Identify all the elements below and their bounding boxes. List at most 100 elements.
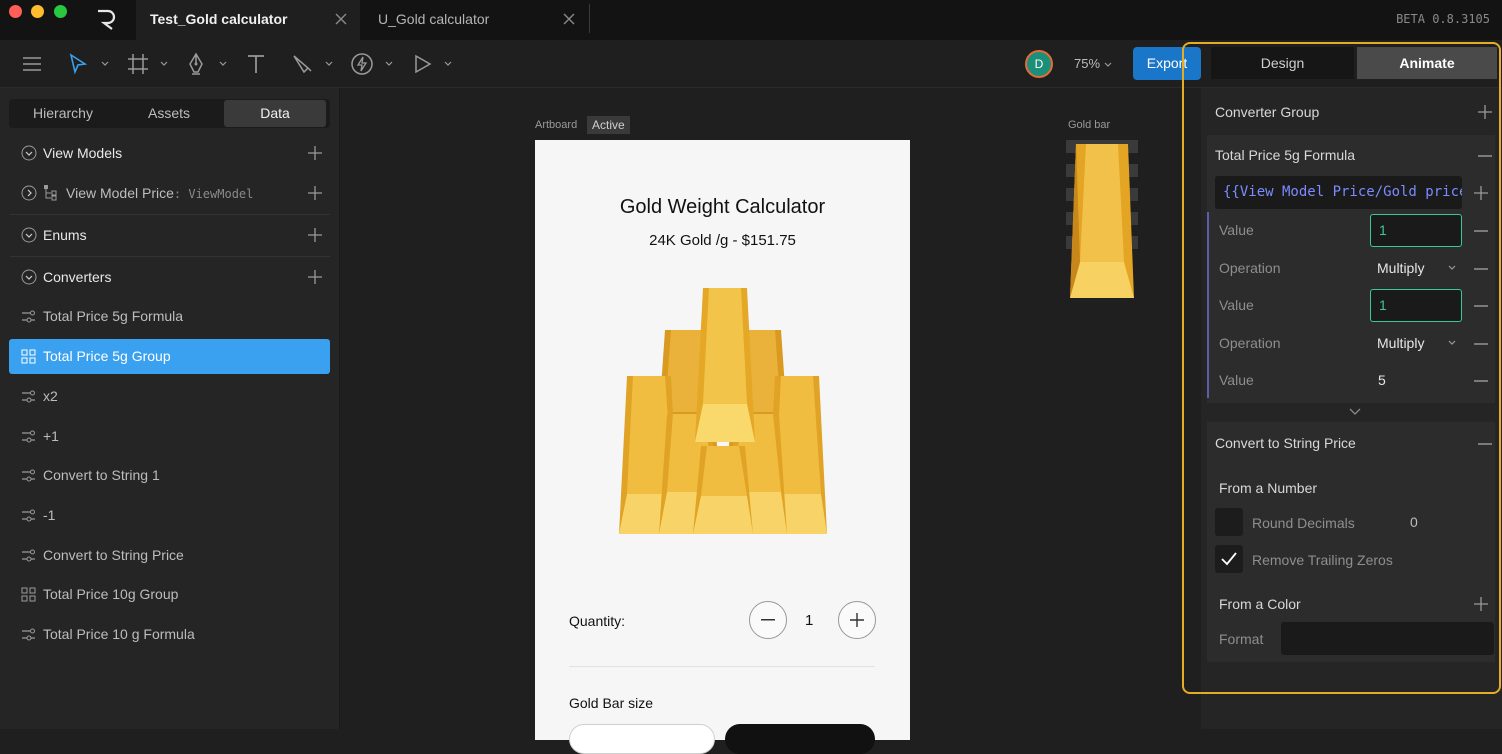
converter-item[interactable]: -1 [9, 498, 330, 533]
chevron-right-icon[interactable] [21, 185, 37, 201]
minimize-window-button[interactable] [31, 5, 44, 18]
export-button[interactable]: Export [1133, 47, 1201, 80]
zoom-window-button[interactable] [54, 5, 67, 18]
pen-tool-icon[interactable] [184, 52, 208, 76]
binding-path-field[interactable]: {{View Model Price/Gold price [1215, 176, 1462, 209]
increment-button[interactable] [838, 601, 876, 639]
formula-icon [22, 549, 35, 562]
remove-icon[interactable] [1478, 155, 1492, 157]
app-logo-icon[interactable] [95, 8, 117, 30]
value-text[interactable]: 5 [1378, 372, 1386, 388]
string-converter-title: Convert to String Price [1215, 435, 1356, 451]
chevron-down-icon[interactable] [219, 61, 227, 67]
operation-select[interactable]: Multiply [1377, 335, 1424, 351]
add-icon[interactable] [308, 146, 322, 160]
view-model-item[interactable]: View Model Price: ViewModel [66, 185, 253, 201]
goldbar-artboard-label[interactable]: Gold bar [1068, 119, 1110, 131]
document-tab-active[interactable]: Test_Gold calculator [136, 0, 360, 40]
chevron-down-icon[interactable] [1349, 408, 1361, 416]
chevron-down-icon[interactable] [385, 61, 393, 67]
tab-assets[interactable]: Assets [118, 100, 220, 127]
version-label: BETA 0.8.3105 [1396, 12, 1490, 26]
converter-item[interactable]: Total Price 5g Formula [9, 299, 330, 334]
converter-item[interactable]: x2 [9, 379, 330, 414]
menu-icon[interactable] [20, 52, 44, 76]
select-tool-icon[interactable] [66, 52, 90, 76]
converter-item[interactable]: Convert to String Price [9, 538, 330, 573]
remove-icon[interactable] [1474, 305, 1488, 307]
converter-item[interactable]: +1 [9, 419, 330, 454]
remove-icon[interactable] [1474, 380, 1488, 382]
close-tab-icon[interactable] [334, 12, 348, 26]
converter-label: -1 [43, 507, 56, 523]
artboard-label[interactable]: Artboard [535, 119, 577, 131]
converter-item-selected[interactable]: Total Price 5g Group [9, 339, 330, 374]
remove-icon[interactable] [1478, 443, 1492, 445]
user-avatar[interactable]: D [1025, 50, 1053, 78]
add-icon[interactable] [1474, 597, 1488, 611]
converter-label: Convert to String Price [43, 547, 184, 563]
converter-item[interactable]: Convert to String 1 [9, 458, 330, 493]
from-color-label: From a Color [1219, 596, 1301, 612]
round-decimals-checkbox[interactable] [1215, 508, 1243, 536]
view-model-type: : ViewModel [173, 187, 254, 201]
format-input[interactable] [1281, 622, 1494, 655]
converter-label: +1 [43, 428, 59, 444]
formula-icon [22, 310, 35, 323]
chevron-down-icon[interactable] [1448, 265, 1456, 271]
value-input[interactable]: 1 [1370, 214, 1462, 247]
round-decimals-value[interactable]: 0 [1410, 514, 1418, 530]
artboard-tool-icon[interactable] [126, 52, 150, 76]
converter-label: Total Price 10g Group [43, 586, 179, 602]
formula-icon [22, 469, 35, 482]
add-icon[interactable] [308, 186, 322, 200]
chevron-down-icon[interactable] [101, 61, 109, 67]
tab-animate[interactable]: Animate [1357, 47, 1497, 79]
add-icon[interactable] [308, 228, 322, 242]
add-icon[interactable] [308, 270, 322, 284]
artboard[interactable]: Gold Weight Calculator 24K Gold /g - $15… [535, 140, 910, 754]
chevron-down-icon[interactable] [444, 61, 452, 67]
section-converters[interactable]: Converters [43, 269, 111, 285]
tab-data[interactable]: Data [224, 100, 326, 127]
add-icon[interactable] [1474, 186, 1488, 200]
remove-zeros-checkbox[interactable] [1215, 545, 1243, 573]
chevron-down-icon[interactable] [21, 269, 37, 285]
add-icon[interactable] [1478, 105, 1492, 119]
formula-title: Total Price 5g Formula [1215, 147, 1356, 163]
operation-label: Operation [1219, 335, 1281, 351]
section-view-models[interactable]: View Models [43, 145, 122, 161]
remove-icon[interactable] [1474, 343, 1488, 345]
tab-hierarchy[interactable]: Hierarchy [12, 100, 114, 127]
document-tab[interactable]: U_Gold calculator [364, 0, 588, 40]
close-window-button[interactable] [9, 5, 22, 18]
gold-bar-image[interactable] [1066, 140, 1138, 302]
chevron-down-icon[interactable] [325, 61, 333, 67]
close-tab-icon[interactable] [562, 12, 576, 26]
converter-item[interactable]: Total Price 10 g Formula [9, 617, 330, 652]
format-label: Format [1219, 631, 1264, 647]
view-model-icon [44, 185, 57, 201]
tab-design[interactable]: Design [1211, 47, 1354, 79]
tab-label: Test_Gold calculator [150, 11, 288, 27]
checkmark-icon [1221, 552, 1237, 566]
text-tool-icon[interactable] [244, 52, 268, 76]
chevron-down-icon[interactable] [21, 227, 37, 243]
chevron-down-icon[interactable] [21, 145, 37, 161]
remove-icon[interactable] [1474, 230, 1488, 232]
chevron-down-icon[interactable] [1448, 340, 1456, 346]
divider [569, 666, 875, 667]
section-enums[interactable]: Enums [43, 227, 87, 243]
chevron-down-icon[interactable] [160, 61, 168, 67]
operation-select[interactable]: Multiply [1377, 260, 1424, 276]
value-input[interactable]: 1 [1370, 289, 1462, 322]
plus-icon [850, 613, 864, 627]
event-tool-icon[interactable] [350, 52, 374, 76]
play-icon[interactable] [410, 52, 434, 76]
shape-tool-icon[interactable] [290, 52, 314, 76]
zoom-dropdown[interactable]: 75% [1074, 56, 1112, 71]
left-panel: Hierarchy Assets Data View Models View M… [0, 88, 340, 729]
decrement-button[interactable] [749, 601, 787, 639]
remove-icon[interactable] [1474, 268, 1488, 270]
converter-item[interactable]: Total Price 10g Group [9, 577, 330, 612]
